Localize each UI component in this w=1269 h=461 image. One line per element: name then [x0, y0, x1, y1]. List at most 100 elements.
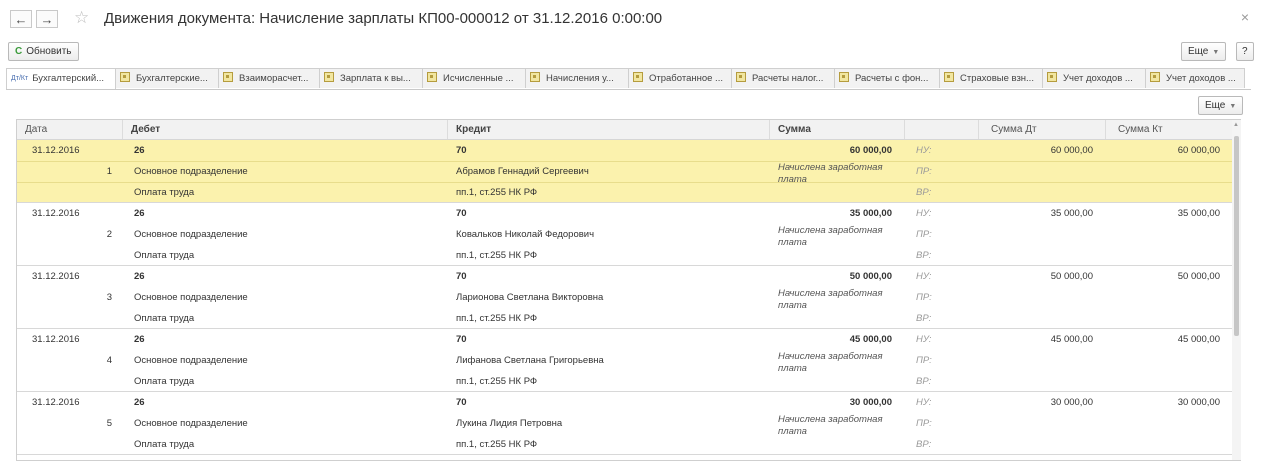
more-label: Еще [1188, 46, 1209, 57]
column-sum-kt[interactable]: Сумма Кт [1105, 120, 1232, 139]
date-cell: 31.12.2016 [32, 271, 80, 282]
content-line-1: Начислена заработная [778, 351, 883, 362]
table-row[interactable]: 31.12.2016 5 26 Основное подразделение Оплат… [17, 392, 1240, 455]
help-button[interactable]: ? [1236, 42, 1254, 61]
column-sum-dt[interactable]: Сумма Дт [978, 120, 1105, 139]
debit-subconto-1: Основное подразделение [134, 229, 248, 240]
debit-account: 26 [134, 145, 145, 156]
register-icon [1150, 72, 1160, 82]
credit-subconto-2: пп.1, ст.255 НК РФ [456, 187, 538, 198]
sum-cell: 60 000,00 [849, 145, 892, 156]
column-date[interactable]: Дата [17, 120, 122, 139]
vr-label: ВР: [916, 439, 932, 450]
sum-dt-cell: 30 000,00 [1050, 397, 1093, 408]
refresh-button[interactable]: C Обновить [8, 42, 79, 61]
content-line-1: Начислена заработная [778, 225, 883, 236]
tab-register[interactable]: Исчисленные ... [422, 68, 526, 88]
register-icon [530, 72, 540, 82]
tab-label: Отработанное ... [649, 73, 723, 84]
forward-button[interactable]: → [36, 10, 58, 28]
tab-register[interactable]: Учет доходов ... [1145, 68, 1245, 88]
table-row[interactable]: 31.12.2016 1 26 Основное подразделение Оплат… [17, 140, 1240, 203]
nu-label: НУ: [916, 208, 932, 219]
tab-register[interactable]: Начисления у... [525, 68, 629, 88]
debit-subconto-1: Основное подразделение [134, 418, 248, 429]
column-accounting-type[interactable] [904, 120, 978, 139]
page-title: Движения документа: Начисление зарплаты … [104, 10, 663, 27]
table-row[interactable]: 31.12.2016 2 26 Основное подразделение Оплат… [17, 203, 1240, 266]
tab-register[interactable]: Расчеты с фон... [834, 68, 940, 88]
sum-cell: 30 000,00 [849, 397, 892, 408]
back-button[interactable]: ← [10, 10, 32, 28]
register-tabs: Дт/Кт Бухгалтерский... Бухгалтерские... В… [6, 68, 1251, 90]
sum-cell: 45 000,00 [849, 334, 892, 345]
row-number: 3 [106, 292, 112, 303]
tab-label: Исчисленные ... [443, 73, 514, 84]
credit-subconto-2: пп.1, ст.255 НК РФ [456, 313, 538, 324]
debit-account: 26 [134, 271, 145, 282]
credit-subconto-1: Лукина Лидия Петровна [456, 418, 563, 429]
tab-register[interactable]: Отработанное ... [628, 68, 732, 88]
favorite-star-icon[interactable]: ☆ [74, 8, 89, 28]
credit-subconto-2: пп.1, ст.255 НК РФ [456, 250, 538, 261]
vr-label: ВР: [916, 376, 932, 387]
credit-subconto-1: Ковальков Николай Федорович [456, 229, 595, 240]
pr-label: ПР: [916, 355, 932, 366]
credit-account: 70 [456, 397, 467, 408]
debit-subconto-2: Оплата труда [134, 313, 195, 324]
table-row[interactable]: 31.12.2016 3 26 Основное подразделение Оплат… [17, 266, 1240, 329]
nu-label: НУ: [916, 397, 932, 408]
register-icon [633, 72, 643, 82]
more-label: Еще [1205, 100, 1226, 111]
register-icon [944, 72, 954, 82]
row-number: 2 [106, 229, 112, 240]
tab-register[interactable]: Расчеты налог... [731, 68, 835, 88]
tab-register[interactable]: Зарплата к вы... [319, 68, 423, 88]
column-debit[interactable]: Дебет [122, 120, 447, 139]
scroll-up-icon[interactable]: ▲ [1233, 122, 1239, 128]
tab-accounting[interactable]: Дт/Кт Бухгалтерский... [6, 68, 116, 89]
accounting-icon: Дт/Кт [11, 75, 29, 82]
table-more-button[interactable]: Еще ▼ [1198, 96, 1244, 115]
column-credit[interactable]: Кредит [447, 120, 769, 139]
content-line-1: Начислена заработная [778, 414, 883, 425]
sum-kt-cell: 30 000,00 [1177, 397, 1220, 408]
credit-subconto-2: пп.1, ст.255 НК РФ [456, 439, 538, 450]
vertical-scrollbar[interactable]: ▲ [1232, 120, 1241, 460]
row-separator [17, 161, 1240, 162]
tab-register[interactable]: Учет доходов ... [1042, 68, 1146, 88]
sum-cell: 50 000,00 [849, 271, 892, 282]
content-line-2: плата [778, 363, 807, 374]
debit-subconto-1: Основное подразделение [134, 355, 248, 366]
row-number: 5 [106, 418, 112, 429]
credit-subconto-1: Ларионова Светлана Викторовна [456, 292, 604, 303]
credit-subconto-1: Абрамов Геннадий Сергеевич [456, 166, 589, 177]
content-line-1: Начислена заработная [778, 162, 883, 173]
content-line-2: плата [778, 237, 807, 248]
pr-label: ПР: [916, 166, 932, 177]
tab-register[interactable]: Бухгалтерские... [115, 68, 219, 88]
pr-label: ПР: [916, 292, 932, 303]
table-header: Дата Дебет Кредит Сумма Сумма Дт Сумма К… [17, 120, 1240, 140]
close-icon[interactable]: × [1241, 9, 1249, 25]
content-line-2: плата [778, 174, 807, 185]
sum-dt-cell: 60 000,00 [1050, 145, 1093, 156]
tab-register[interactable]: Взаиморасчет... [218, 68, 320, 88]
sum-dt-cell: 45 000,00 [1050, 334, 1093, 345]
debit-subconto-1: Основное подразделение [134, 166, 248, 177]
credit-account: 70 [456, 271, 467, 282]
tab-label: Страховые взн... [960, 73, 1034, 84]
refresh-icon: C [15, 46, 23, 57]
register-icon [839, 72, 849, 82]
register-icon [736, 72, 746, 82]
tab-label: Бухгалтерские... [136, 73, 208, 84]
register-icon [120, 72, 130, 82]
column-sum[interactable]: Сумма [769, 120, 904, 139]
credit-account: 70 [456, 334, 467, 345]
more-button[interactable]: Еще ▼ [1181, 42, 1227, 61]
tab-register[interactable]: Страховые взн... [939, 68, 1043, 88]
date-cell: 31.12.2016 [32, 145, 80, 156]
table-row[interactable]: 31.12.2016 4 26 Основное подразделение Оплат… [17, 329, 1240, 392]
tab-label: Учет доходов ... [1166, 73, 1236, 84]
scrollbar-thumb[interactable] [1234, 136, 1239, 336]
